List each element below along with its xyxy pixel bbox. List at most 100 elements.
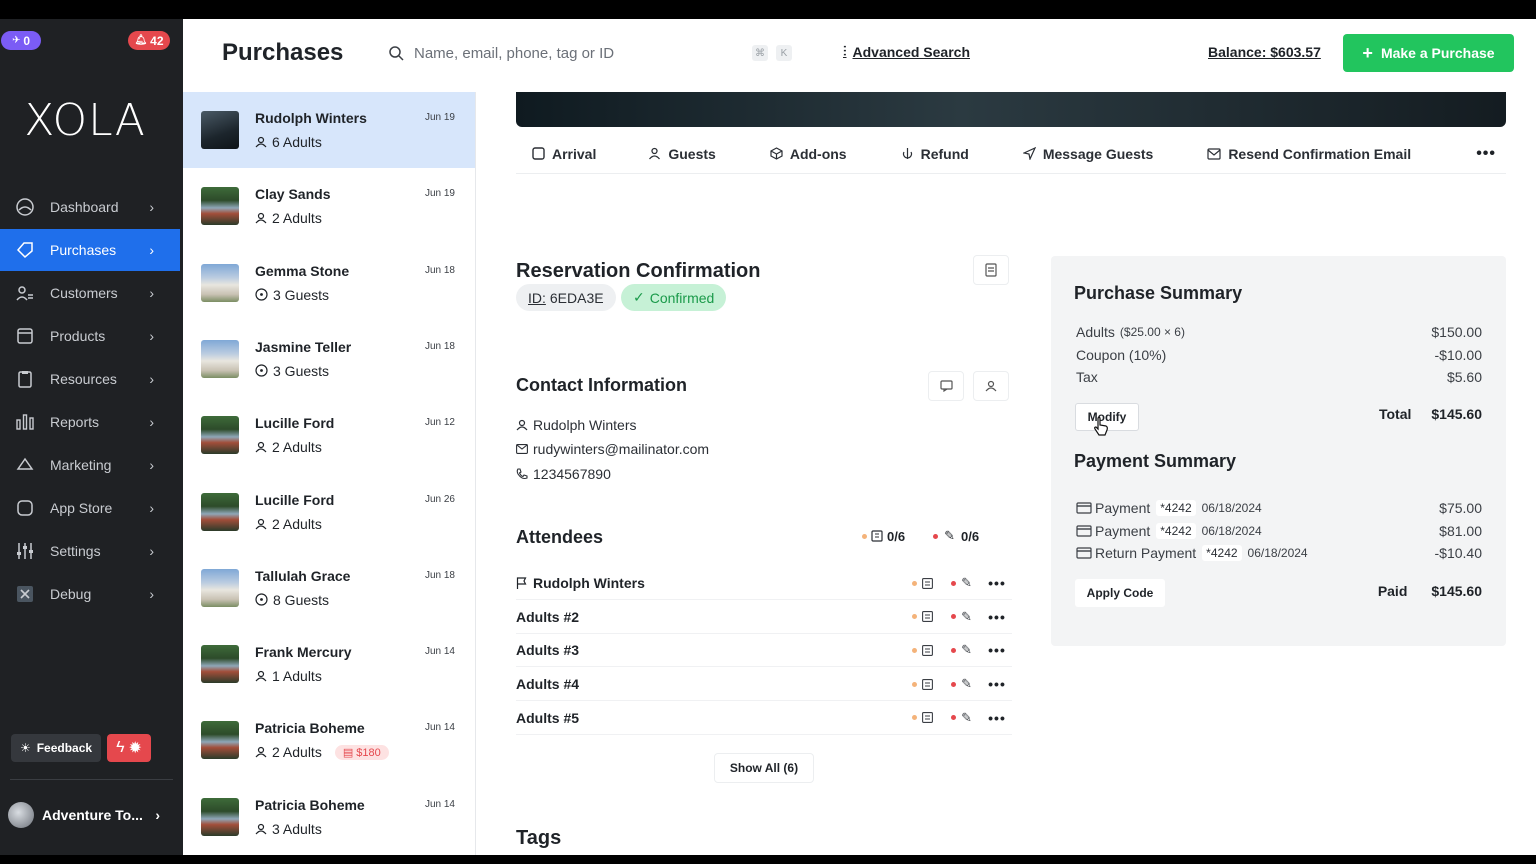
purchase-list-item[interactable]: Gemma Stone 3 Guests Jun 18 <box>183 245 475 321</box>
person-icon <box>255 823 267 835</box>
payment-label: Return Payment <box>1095 545 1197 561</box>
attendee-more-icon[interactable]: ••• <box>982 642 1012 658</box>
receipt-button[interactable] <box>973 255 1009 285</box>
payment-row[interactable]: Return Payment *4242 06/18/2024 -$10.40 <box>1076 545 1482 561</box>
clock-icon <box>255 593 268 606</box>
purchase-list-item[interactable]: Tallulah Grace 8 Guests Jun 18 <box>183 550 475 626</box>
purchase-list-item[interactable]: Patricia Boheme 3 Adults Jun 14 <box>183 779 475 855</box>
arrival-button[interactable]: Arrival <box>516 146 612 162</box>
feedback-button[interactable]: ☀ Feedback <box>11 734 101 762</box>
attendee-row[interactable]: Adults #2 ✎ ••• <box>516 601 1012 634</box>
nav-marketing[interactable]: Marketing › <box>0 444 180 486</box>
purchase-thumbnail <box>201 568 239 607</box>
attendee-row[interactable]: Adults #5 ✎ ••• <box>516 702 1012 735</box>
attendee-waiver-status[interactable]: ✎ <box>951 710 972 726</box>
form-icon <box>922 644 934 656</box>
balance-link[interactable]: Balance: $603.57 <box>1208 44 1321 60</box>
purchase-list-item[interactable]: Rudolph Winters 6 Adults Jun 19 <box>183 92 475 168</box>
attendee-row[interactable]: Adults #4 ✎ ••• <box>516 668 1012 702</box>
nav-app-store[interactable]: App Store › <box>0 487 180 529</box>
attendee-more-icon[interactable]: ••• <box>982 575 1012 591</box>
xola-logo[interactable]: XOLA <box>0 95 170 146</box>
attendee-waiver-status[interactable]: ✎ <box>951 676 972 692</box>
paid-line: Paid $145.60 <box>1076 583 1482 599</box>
lightbulb-icon: ☀ <box>19 741 31 755</box>
resend-confirmation-button[interactable]: Resend Confirmation Email <box>1191 146 1427 162</box>
search-input[interactable] <box>414 44 744 62</box>
chevron-right-icon: › <box>149 500 154 516</box>
attendee-more-icon[interactable]: ••• <box>982 676 1012 692</box>
nav-purchases[interactable]: Purchases › <box>0 229 180 271</box>
attendee-form-status[interactable] <box>912 712 934 724</box>
adults-line: Adults ($25.00 × 6) $150.00 <box>1076 324 1482 340</box>
page-title: Purchases <box>222 39 344 66</box>
chat-icon <box>939 380 953 392</box>
attendee-waiver-status[interactable]: ✎ <box>951 609 972 625</box>
product-banner-image <box>516 92 1506 127</box>
contact-name: Rudolph Winters <box>516 417 637 433</box>
search-bar[interactable]: ⌘ K <box>388 41 812 65</box>
message-contact-button[interactable] <box>928 371 964 401</box>
nav-resources[interactable]: Resources › <box>0 358 180 400</box>
attendee-row[interactable]: Adults #3 ✎ ••• <box>516 634 1012 668</box>
attendee-form-status[interactable] <box>912 644 934 656</box>
chevron-right-icon: › <box>149 586 154 602</box>
bolt-icon: ϟ <box>116 739 125 756</box>
advanced-search-link[interactable]: ⫶ Advanced Search <box>843 43 970 60</box>
person-icon <box>255 746 267 758</box>
contact-email[interactable]: rudywinters@mailinator.com <box>516 441 709 457</box>
contact-phone[interactable]: 1234567890 <box>516 466 611 482</box>
attendee-form-status[interactable] <box>912 611 934 623</box>
view-customer-button[interactable] <box>973 371 1009 401</box>
purchase-thumbnail <box>201 111 239 149</box>
payment-date: 06/18/2024 <box>1201 523 1262 538</box>
form-icon <box>922 712 934 724</box>
purchase-list-item[interactable]: Lucille Ford 2 Adults Jun 12 <box>183 397 475 473</box>
shortcut-key-k: K <box>776 45 792 61</box>
attendee-more-icon[interactable]: ••• <box>982 710 1012 726</box>
refund-button[interactable]: Refund <box>885 146 985 162</box>
notification-pill-left[interactable]: ✈ 0 <box>1 31 41 50</box>
alerts-pill[interactable]: 🔔︎ 42 <box>128 31 170 50</box>
purchase-list-item[interactable]: Jasmine Teller 3 Guests Jun 18 <box>183 321 475 397</box>
purchase-list-item[interactable]: Patricia Boheme 2 Adults ▤ $180 Jun 14 <box>183 702 475 778</box>
refund-label: Refund <box>920 145 969 162</box>
payment-row[interactable]: Payment *4242 06/18/2024 $75.00 <box>1076 500 1482 516</box>
attendee-name-text: Rudolph Winters <box>533 575 645 591</box>
status-badge: ✓ Confirmed <box>621 284 727 311</box>
nav-customers[interactable]: Customers › <box>0 272 180 314</box>
show-all-attendees-button[interactable]: Show All (6) <box>714 753 814 783</box>
bell-icon: 🔔︎ <box>134 35 148 46</box>
forms-count: 0/6 <box>887 528 906 544</box>
reservation-id-badge[interactable]: ID: 6EDA3E <box>516 284 616 311</box>
nav-dashboard[interactable]: Dashboard › <box>0 186 180 228</box>
attendee-form-status[interactable] <box>912 577 934 589</box>
attendee-waiver-status[interactable]: ✎ <box>951 575 972 591</box>
account-switcher[interactable]: Adventure To... › <box>8 802 178 828</box>
message-guests-button[interactable]: Message Guests <box>1007 146 1170 162</box>
purchase-list-item[interactable]: Lucille Ford 2 Adults Jun 26 <box>183 474 475 550</box>
purchase-thumbnail <box>201 263 239 302</box>
top-bar: Purchases ⌘ K ⫶ Advanced Search Balance:… <box>183 19 1536 92</box>
summary-panel: Purchase Summary Adults ($25.00 × 6) $15… <box>1051 256 1506 646</box>
more-actions-icon[interactable]: ••• <box>1476 145 1496 163</box>
attendee-form-status[interactable] <box>912 678 934 690</box>
payment-summary-title: Payment Summary <box>1074 451 1237 471</box>
payment-row[interactable]: Payment *4242 06/18/2024 $81.00 <box>1076 522 1482 539</box>
make-purchase-button[interactable]: + Make a Purchase <box>1343 34 1514 72</box>
attendee-row[interactable]: Rudolph Winters ✎ ••• <box>516 567 1012 600</box>
nav-reports[interactable]: Reports › <box>0 401 180 443</box>
nav-settings[interactable]: Settings › <box>0 530 180 572</box>
chevron-right-icon: › <box>149 242 154 258</box>
nav-debug[interactable]: Debug › <box>0 573 180 615</box>
guests-button[interactable]: Guests <box>632 146 731 162</box>
guests-label: Guests <box>668 145 716 162</box>
attendee-more-icon[interactable]: ••• <box>982 609 1012 625</box>
add-ons-button[interactable]: Add-ons <box>754 146 863 162</box>
purchase-list-item[interactable]: Frank Mercury 1 Adults Jun 14 <box>183 626 475 702</box>
attendee-waiver-status[interactable]: ✎ <box>951 642 972 658</box>
report-bug-button[interactable]: ϟ ✹ <box>107 734 151 762</box>
missing-dot <box>933 533 939 539</box>
purchase-list-item[interactable]: Clay Sands 2 Adults Jun 19 <box>183 168 475 244</box>
nav-products[interactable]: Products › <box>0 315 180 357</box>
